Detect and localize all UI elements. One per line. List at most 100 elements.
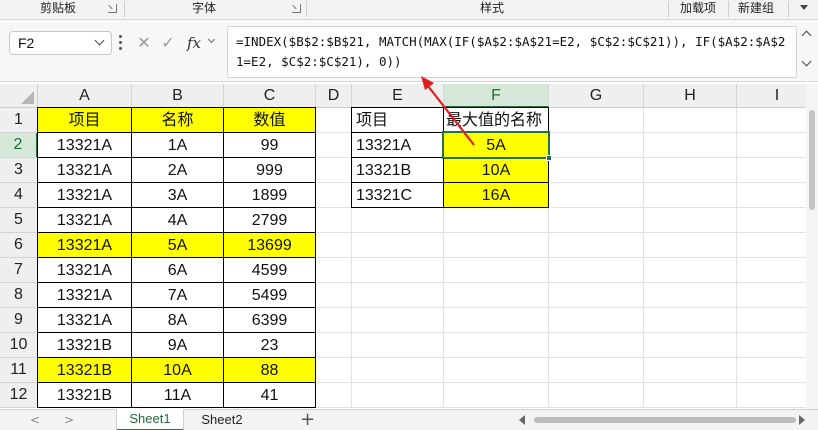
row-header-4[interactable]: 4	[0, 183, 38, 208]
vertical-scroll-thumb[interactable]	[809, 110, 815, 210]
clipboard-dialog-launcher-icon[interactable]	[108, 4, 117, 13]
chevron-up-icon[interactable]	[801, 30, 812, 41]
cell-f4[interactable]: 16A	[444, 183, 548, 208]
column-header-g[interactable]: G	[549, 84, 644, 108]
cell-e1[interactable]: 项目	[352, 108, 443, 133]
row-header-9[interactable]: 9	[0, 308, 38, 333]
cell-a5[interactable]: 13321A	[38, 208, 131, 233]
cell-b12[interactable]: 11A	[132, 383, 223, 408]
ribbon-group-clipboard: 剪贴板	[40, 1, 77, 15]
cell-a11[interactable]: 13321B	[38, 358, 131, 383]
cell-b6[interactable]: 5A	[132, 233, 223, 258]
cell-e4[interactable]: 13321C	[352, 183, 443, 208]
cell-a2[interactable]: 13321A	[38, 133, 131, 158]
more-sheets-icon[interactable]	[97, 419, 112, 430]
ribbon-separator	[728, 1, 729, 17]
row-header-11[interactable]: 11	[0, 358, 38, 383]
cell-c5[interactable]: 2799	[224, 208, 315, 233]
column-header-b[interactable]: B	[132, 84, 224, 108]
scroll-right-icon[interactable]	[799, 415, 805, 425]
cell-c10[interactable]: 23	[224, 333, 315, 358]
chevron-down-icon[interactable]	[801, 56, 812, 67]
cell-b2[interactable]: 1A	[132, 133, 223, 158]
cell-b1[interactable]: 名称	[132, 108, 223, 133]
cell-a7[interactable]: 13321A	[38, 258, 131, 283]
fx-dropdown-icon[interactable]	[207, 35, 216, 44]
cell-a9[interactable]: 13321A	[38, 308, 131, 333]
cell-a6[interactable]: 13321A	[38, 233, 131, 258]
cell-c4[interactable]: 1899	[224, 183, 315, 208]
cell-a10[interactable]: 13321B	[38, 333, 131, 358]
cell-border	[37, 357, 316, 358]
cell-c12[interactable]: 41	[224, 383, 315, 408]
cell-b10[interactable]: 9A	[132, 333, 223, 358]
formula-bar-grip-icon[interactable]	[119, 35, 122, 51]
font-dialog-launcher-icon[interactable]	[292, 4, 301, 13]
next-sheet-icon[interactable]: >	[64, 414, 74, 426]
column-header-a[interactable]: A	[38, 84, 132, 108]
cancel-icon[interactable]: ✕	[133, 31, 155, 55]
row-header-1[interactable]: 1	[0, 108, 38, 133]
previous-sheet-icon[interactable]: <	[30, 414, 40, 426]
horizontal-scrollbar[interactable]	[517, 414, 807, 426]
fx-icon[interactable]: fx	[181, 31, 207, 55]
cell-c6[interactable]: 13699	[224, 233, 315, 258]
scroll-left-icon[interactable]	[519, 415, 525, 425]
column-header-h[interactable]: H	[644, 84, 737, 108]
row-header-2[interactable]: 2	[0, 133, 38, 158]
cell-c3[interactable]: 999	[224, 158, 315, 183]
ribbon-collapse-icon[interactable]	[800, 5, 808, 10]
horizontal-scroll-thumb[interactable]	[534, 417, 796, 423]
cell-b3[interactable]: 2A	[132, 158, 223, 183]
column-header-e[interactable]: E	[352, 84, 444, 108]
cell-b4[interactable]: 3A	[132, 183, 223, 208]
tab-sheet2[interactable]: Sheet2	[188, 410, 256, 430]
cell-c8[interactable]: 5499	[224, 283, 315, 308]
column-header-c[interactable]: C	[224, 84, 316, 108]
confirm-icon[interactable]: ✓	[157, 31, 179, 55]
cell-border	[37, 182, 316, 183]
row-header-6[interactable]: 6	[0, 233, 38, 258]
cell-f1[interactable]: 最大值的名称	[444, 108, 548, 133]
gridline-vertical	[736, 108, 737, 408]
cell-c9[interactable]: 6399	[224, 308, 315, 333]
cell-a4[interactable]: 13321A	[38, 183, 131, 208]
cell-c7[interactable]: 4599	[224, 258, 315, 283]
cell-c2[interactable]: 99	[224, 133, 315, 158]
cell-border	[351, 207, 549, 208]
cell-e3[interactable]: 13321B	[352, 158, 443, 183]
row-header-8[interactable]: 8	[0, 283, 38, 308]
tab-sheet1[interactable]: Sheet1	[116, 409, 184, 430]
cell-a1[interactable]: 项目	[38, 108, 131, 133]
cell-a12[interactable]: 13321B	[38, 383, 131, 408]
row-header-5[interactable]: 5	[0, 208, 38, 233]
row-header-10[interactable]: 10	[0, 333, 38, 358]
column-header-d[interactable]: D	[316, 84, 352, 108]
cell-a3[interactable]: 13321A	[38, 158, 131, 183]
cell-e2[interactable]: 13321A	[352, 133, 443, 158]
cell-b8[interactable]: 7A	[132, 283, 223, 308]
formula-input[interactable]: =INDEX($B$2:$B$21, MATCH(MAX(IF($A$2:$A$…	[227, 26, 797, 78]
cell-b7[interactable]: 6A	[132, 258, 223, 283]
cell-a8[interactable]: 13321A	[38, 283, 131, 308]
cell-b9[interactable]: 8A	[132, 308, 223, 333]
chevron-down-icon[interactable]	[94, 35, 105, 46]
spreadsheet-grid[interactable]: A B C D E F G H I 1 2 3 4 5 6 7 8 9 10 11 12 项目 名称 数值 13321A 1A 99…	[0, 84, 818, 409]
row-header-7[interactable]: 7	[0, 258, 38, 283]
select-all-button[interactable]	[0, 84, 38, 108]
row-header-3[interactable]: 3	[0, 158, 38, 183]
column-header-f[interactable]: F	[444, 84, 549, 108]
add-sheet-button[interactable]: +	[300, 410, 315, 430]
cell-f3[interactable]: 10A	[444, 158, 548, 183]
cell-b11[interactable]: 10A	[132, 358, 223, 383]
scrollbar-grip-icon[interactable]	[500, 419, 515, 430]
row-header-12[interactable]: 12	[0, 383, 38, 408]
cell-c11[interactable]: 88	[224, 358, 315, 383]
cell-b5[interactable]: 4A	[132, 208, 223, 233]
cell-c1[interactable]: 数值	[224, 108, 315, 133]
cell-border	[351, 107, 549, 108]
fill-handle[interactable]	[546, 155, 552, 161]
cell-border	[37, 282, 316, 283]
name-box[interactable]: F2	[9, 31, 112, 55]
vertical-scrollbar[interactable]	[806, 84, 818, 409]
